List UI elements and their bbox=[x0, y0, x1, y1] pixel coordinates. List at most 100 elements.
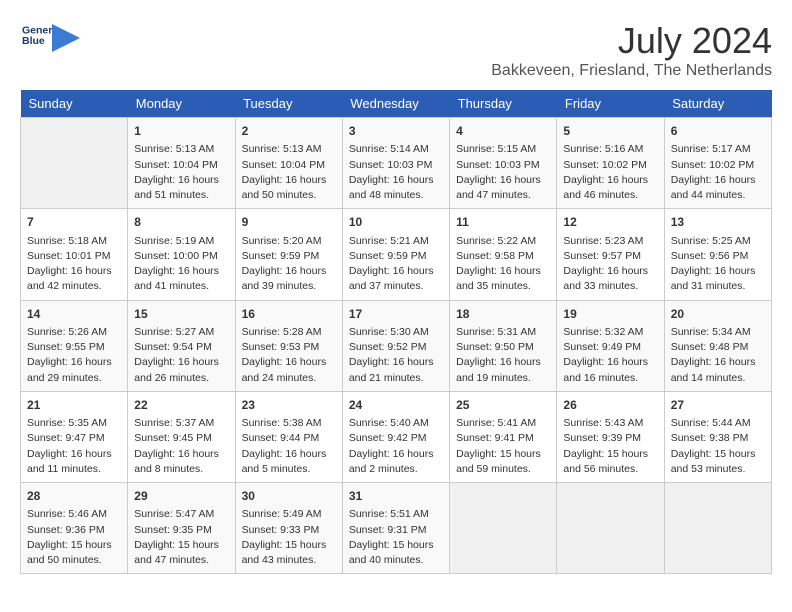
cell-info-line: Daylight: 16 hours bbox=[349, 355, 443, 370]
cell-info-line: Daylight: 16 hours bbox=[349, 264, 443, 279]
calendar-cell: 16Sunrise: 5:28 AMSunset: 9:53 PMDayligh… bbox=[235, 300, 342, 391]
cell-info-line: Sunset: 9:57 PM bbox=[563, 249, 657, 264]
day-number: 25 bbox=[456, 397, 550, 414]
cell-info-line: Sunset: 9:41 PM bbox=[456, 431, 550, 446]
cell-info-line: Sunset: 9:42 PM bbox=[349, 431, 443, 446]
calendar-cell: 27Sunrise: 5:44 AMSunset: 9:38 PMDayligh… bbox=[664, 391, 771, 482]
cell-info-line: Sunset: 10:00 PM bbox=[134, 249, 228, 264]
calendar-week-row: 1 Sunrise: 5:13 AM Sunset: 10:04 PM Dayligh… bbox=[21, 118, 772, 209]
calendar-cell: 17Sunrise: 5:30 AMSunset: 9:52 PMDayligh… bbox=[342, 300, 449, 391]
cell-info-line: Sunrise: 5:35 AM bbox=[27, 416, 121, 431]
cell-info-line: and 19 minutes. bbox=[456, 371, 550, 386]
cell-info-line: and 2 minutes. bbox=[349, 462, 443, 477]
cell-info-line: Daylight: 16 hours bbox=[563, 355, 657, 370]
cell-info-line: Sunset: 9:44 PM bbox=[242, 431, 336, 446]
cell-info-line: Sunset: 9:54 PM bbox=[134, 340, 228, 355]
calendar-cell: 1Sunrise: 5:13 AMSunset: 10:04 PMDayligh… bbox=[128, 118, 235, 209]
calendar-cell: 8Sunrise: 5:19 AMSunset: 10:00 PMDayligh… bbox=[128, 209, 235, 300]
day-number: 17 bbox=[349, 306, 443, 323]
day-number: 21 bbox=[27, 397, 121, 414]
cell-info-line: Sunset: 9:45 PM bbox=[134, 431, 228, 446]
cell-info-line: Sunset: 9:55 PM bbox=[27, 340, 121, 355]
cell-info-line: Sunrise: 5:20 AM bbox=[242, 234, 336, 249]
cell-info-line: Daylight: 16 hours bbox=[242, 264, 336, 279]
cell-info-line: Sunrise: 5:46 AM bbox=[27, 507, 121, 522]
cell-info-line: and 47 minutes. bbox=[134, 553, 228, 568]
cell-content: 26Sunrise: 5:43 AMSunset: 9:39 PMDayligh… bbox=[563, 397, 657, 477]
calendar-cell: 20Sunrise: 5:34 AMSunset: 9:48 PMDayligh… bbox=[664, 300, 771, 391]
cell-info-line: Sunrise: 5:37 AM bbox=[134, 416, 228, 431]
cell-info-line: Daylight: 16 hours bbox=[349, 173, 443, 188]
day-number: 13 bbox=[671, 214, 765, 231]
cell-info-line: and 50 minutes. bbox=[242, 188, 336, 203]
cell-info-line: Daylight: 15 hours bbox=[563, 447, 657, 462]
logo-arrow-icon bbox=[52, 24, 80, 52]
cell-info-line: Daylight: 16 hours bbox=[134, 355, 228, 370]
day-number: 5 bbox=[563, 123, 657, 140]
cell-content: 20Sunrise: 5:34 AMSunset: 9:48 PMDayligh… bbox=[671, 306, 765, 386]
cell-info-line: Sunset: 9:50 PM bbox=[456, 340, 550, 355]
cell-info-line: Sunrise: 5:31 AM bbox=[456, 325, 550, 340]
calendar-cell: 3Sunrise: 5:14 AMSunset: 10:03 PMDayligh… bbox=[342, 118, 449, 209]
column-header-saturday: Saturday bbox=[664, 90, 771, 118]
cell-content: 30Sunrise: 5:49 AMSunset: 9:33 PMDayligh… bbox=[242, 488, 336, 568]
cell-info-line: Sunset: 9:59 PM bbox=[242, 249, 336, 264]
cell-info-line: and 42 minutes. bbox=[27, 279, 121, 294]
cell-info-line: and 16 minutes. bbox=[563, 371, 657, 386]
day-number: 15 bbox=[134, 306, 228, 323]
cell-info-line: Sunrise: 5:15 AM bbox=[456, 142, 550, 157]
cell-info-line: and 40 minutes. bbox=[349, 553, 443, 568]
cell-info-line: Sunset: 9:33 PM bbox=[242, 523, 336, 538]
cell-info-line: Daylight: 16 hours bbox=[27, 264, 121, 279]
day-number: 31 bbox=[349, 488, 443, 505]
calendar-cell: 14Sunrise: 5:26 AMSunset: 9:55 PMDayligh… bbox=[21, 300, 128, 391]
cell-info-line: Daylight: 16 hours bbox=[134, 264, 228, 279]
cell-info-line: Sunrise: 5:47 AM bbox=[134, 507, 228, 522]
calendar-week-row: 21 Sunrise: 5:35 AMSunset: 9:47 PM Dayligh… bbox=[21, 391, 772, 482]
page-header: General Blue July 2024 Bakkeveen, Friesl… bbox=[20, 20, 772, 80]
cell-info-line: Sunrise: 5:18 AM bbox=[27, 234, 121, 249]
cell-info-line: and 41 minutes. bbox=[134, 279, 228, 294]
calendar-cell bbox=[21, 118, 128, 209]
cell-info-line: Sunset: 9:31 PM bbox=[349, 523, 443, 538]
cell-info-line: Daylight: 16 hours bbox=[242, 355, 336, 370]
cell-info-line: Sunrise: 5:34 AM bbox=[671, 325, 765, 340]
day-number: 22 bbox=[134, 397, 228, 414]
cell-info-line: Sunset: 9:47 PM bbox=[27, 431, 121, 446]
column-header-sunday: Sunday bbox=[21, 90, 128, 118]
day-number: 27 bbox=[671, 397, 765, 414]
calendar-cell bbox=[557, 483, 664, 574]
day-number: 2 bbox=[242, 123, 336, 140]
logo: General Blue bbox=[20, 20, 80, 55]
calendar-cell: 31Sunrise: 5:51 AMSunset: 9:31 PMDayligh… bbox=[342, 483, 449, 574]
cell-info-line: Sunrise: 5:13 AM bbox=[134, 142, 228, 157]
cell-info-line: and 56 minutes. bbox=[563, 462, 657, 477]
calendar-cell: 12Sunrise: 5:23 AMSunset: 9:57 PMDayligh… bbox=[557, 209, 664, 300]
cell-info-line: Daylight: 16 hours bbox=[671, 355, 765, 370]
cell-content: 27Sunrise: 5:44 AMSunset: 9:38 PMDayligh… bbox=[671, 397, 765, 477]
day-number: 19 bbox=[563, 306, 657, 323]
calendar-cell: 25Sunrise: 5:41 AMSunset: 9:41 PMDayligh… bbox=[450, 391, 557, 482]
day-number: 16 bbox=[242, 306, 336, 323]
calendar-cell: 22Sunrise: 5:37 AMSunset: 9:45 PMDayligh… bbox=[128, 391, 235, 482]
cell-info-line: and 59 minutes. bbox=[456, 462, 550, 477]
cell-content: 13Sunrise: 5:25 AMSunset: 9:56 PMDayligh… bbox=[671, 214, 765, 294]
calendar-week-row: 7Sunrise: 5:18 AMSunset: 10:01 PMDayligh… bbox=[21, 209, 772, 300]
cell-content: 14Sunrise: 5:26 AMSunset: 9:55 PMDayligh… bbox=[27, 306, 121, 386]
cell-info-line: Sunset: 9:58 PM bbox=[456, 249, 550, 264]
day-number: 18 bbox=[456, 306, 550, 323]
cell-info-line: and 46 minutes. bbox=[563, 188, 657, 203]
cell-info-line: Sunset: 10:04 PM bbox=[242, 158, 336, 173]
cell-content: 16Sunrise: 5:28 AMSunset: 9:53 PMDayligh… bbox=[242, 306, 336, 386]
day-number: 3 bbox=[349, 123, 443, 140]
month-year-title: July 2024 bbox=[491, 20, 772, 62]
day-number: 1 bbox=[134, 123, 228, 140]
cell-info-line: Sunset: 10:03 PM bbox=[349, 158, 443, 173]
day-number: 7 bbox=[27, 214, 121, 231]
calendar-cell: 29Sunrise: 5:47 AMSunset: 9:35 PMDayligh… bbox=[128, 483, 235, 574]
cell-content: 15Sunrise: 5:27 AMSunset: 9:54 PMDayligh… bbox=[134, 306, 228, 386]
day-number: 14 bbox=[27, 306, 121, 323]
calendar-cell: 2Sunrise: 5:13 AMSunset: 10:04 PMDayligh… bbox=[235, 118, 342, 209]
cell-info-line: and 24 minutes. bbox=[242, 371, 336, 386]
cell-info-line: Sunrise: 5:43 AM bbox=[563, 416, 657, 431]
